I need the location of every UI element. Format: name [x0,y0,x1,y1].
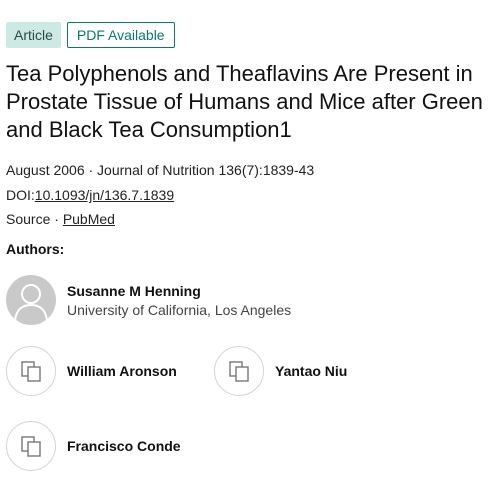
source-label: Source · [6,211,63,227]
badge-row: Article PDF Available [6,22,175,48]
author-name[interactable]: William Aronson [67,363,177,379]
author-item[interactable]: William Aronson [6,346,177,396]
article-type-badge: Article [6,22,61,48]
publication-date-journal: August 2006 · Journal of Nutrition 136(7… [6,162,315,178]
doi-row: DOI:10.1093/jn/136.7.1839 [6,187,174,203]
user-silhouette-icon [6,275,56,325]
doi-label: DOI: [6,187,35,203]
source-link[interactable]: PubMed [63,211,115,227]
placeholder-pages-icon [6,421,56,471]
author-item[interactable]: Yantao Niu [214,346,347,396]
placeholder-pages-icon [214,346,264,396]
source-row: Source · PubMed [6,211,115,227]
pdf-available-button[interactable]: PDF Available [66,22,175,48]
authors-heading: Authors: [6,241,65,257]
author-name[interactable]: Yantao Niu [275,363,347,379]
doi-link[interactable]: 10.1093/jn/136.7.1839 [35,187,174,203]
publication-title: Tea Polyphenols and Theaflavins Are Pres… [6,61,483,142]
author-item[interactable]: Francisco Conde [6,421,181,471]
author-name[interactable]: Francisco Conde [67,438,181,454]
author-affiliation: University of California, Los Angeles [67,301,292,318]
placeholder-pages-icon [6,346,56,396]
author-item[interactable]: Susanne M Henning University of Californ… [6,275,291,325]
author-name[interactable]: Susanne M Henning [67,283,291,299]
